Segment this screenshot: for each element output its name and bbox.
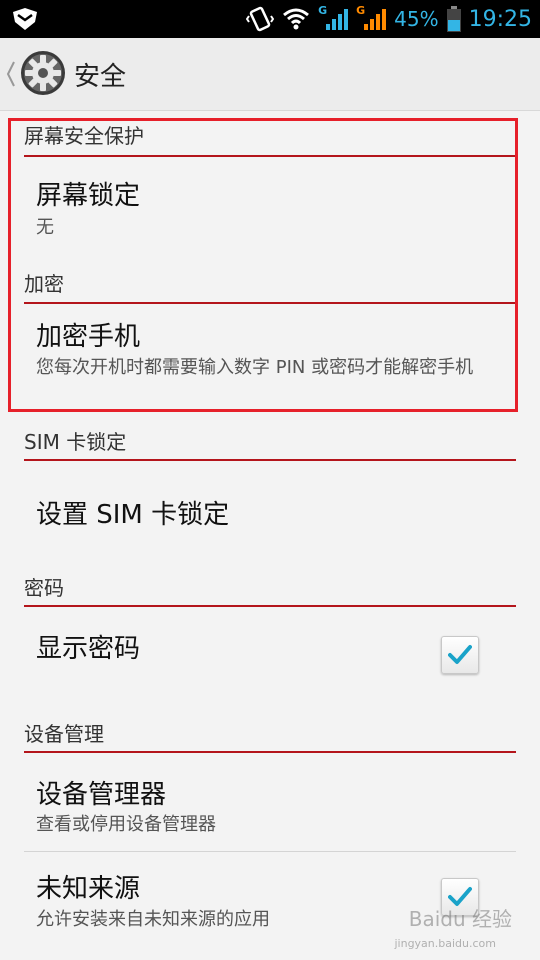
- sim-lock-setup-item[interactable]: 设置 SIM 卡锁定: [0, 461, 540, 561]
- wifi-icon: [283, 8, 310, 30]
- battery-percent: 45%: [394, 7, 439, 31]
- chevron-left-icon: [6, 61, 15, 87]
- section-header-screen-security: 屏幕安全保护: [24, 124, 144, 148]
- item-title: 显示密码: [36, 634, 141, 664]
- item-title: 设备管理器: [36, 780, 167, 810]
- shield-notification-icon: [13, 8, 37, 30]
- show-password-checkbox[interactable]: [441, 636, 479, 674]
- encrypt-phone-item[interactable]: 加密手机 您每次开机时都需要输入数字 PIN 或密码才能解密手机: [0, 304, 540, 404]
- page-title: 安全: [74, 62, 127, 92]
- action-bar: 安全: [0, 38, 540, 111]
- security-settings-list: 屏幕安全保护 屏幕锁定 无 加密 加密手机 您每次开机时都需要输入数字 PIN …: [0, 110, 540, 960]
- checkmark-icon: [448, 645, 472, 664]
- item-subtitle: 无: [36, 217, 54, 238]
- clock: 19:25: [468, 6, 532, 32]
- device-admins-item[interactable]: 设备管理器 查看或停用设备管理器: [0, 753, 540, 851]
- section-header-encryption: 加密: [24, 272, 64, 296]
- vibrate-icon: [246, 6, 275, 32]
- screen-lock-item[interactable]: 屏幕锁定 无: [0, 157, 540, 257]
- status-bar: G G 45% 19:25: [0, 0, 540, 38]
- signal-2-icon: G: [356, 4, 387, 32]
- battery-icon: [446, 6, 461, 32]
- show-password-item[interactable]: 显示密码: [0, 607, 540, 707]
- section-header-sim-lock: SIM 卡锁定: [24, 430, 127, 454]
- item-subtitle: 查看或停用设备管理器: [36, 814, 216, 835]
- item-title: 加密手机: [36, 322, 141, 352]
- section-header-device-admin: 设备管理: [24, 722, 104, 746]
- item-title: 设置 SIM 卡锁定: [36, 500, 230, 530]
- item-title: 屏幕锁定: [36, 181, 141, 211]
- item-title: 未知来源: [36, 874, 141, 904]
- watermark-sub: jingyan.baidu.com: [394, 937, 496, 950]
- settings-gear-icon: [21, 51, 65, 95]
- watermark: Baidu 经验: [408, 907, 512, 931]
- signal-1-icon: G: [318, 4, 349, 32]
- section-header-passwords: 密码: [24, 576, 64, 600]
- item-subtitle: 您每次开机时都需要输入数字 PIN 或密码才能解密手机: [36, 357, 474, 378]
